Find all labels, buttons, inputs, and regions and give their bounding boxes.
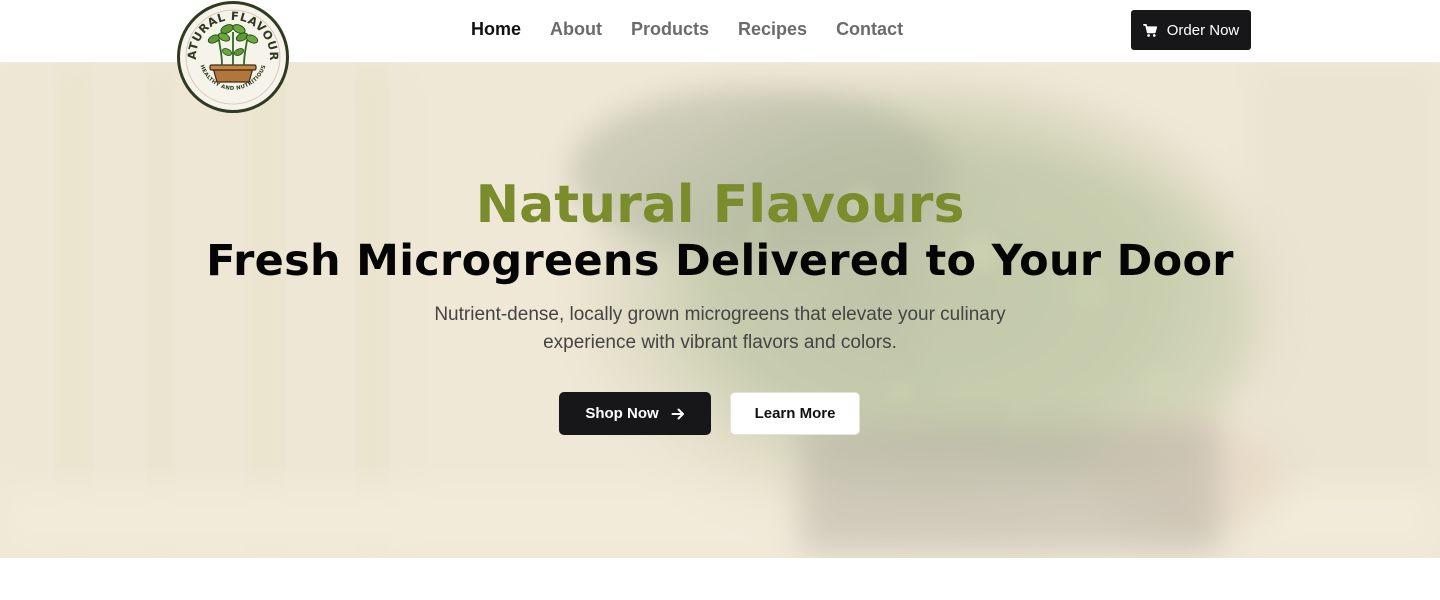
cart-icon (1142, 23, 1157, 37)
learn-more-button[interactable]: Learn More (730, 392, 860, 435)
order-now-label: Order Now (1166, 21, 1240, 39)
arrow-right-icon (671, 408, 684, 419)
nav-contact[interactable]: Contact (836, 18, 903, 40)
hero-content: Natural Flavours Fresh Microgreens Deliv… (0, 63, 1440, 558)
hero-brand-title: Natural Flavours (475, 175, 965, 235)
hero-subtitle: Nutrient-dense, locally grown microgreen… (434, 304, 1006, 353)
main-nav: Home About Products Recipes Contact (471, 18, 903, 40)
nav-products[interactable]: Products (631, 18, 709, 40)
hero-section: Natural Flavours Fresh Microgreens Deliv… (0, 63, 1440, 558)
site-logo[interactable]: NATURAL FLAVOURS HEALTHY AND NUTRITIOUS (177, 1, 289, 113)
nav-recipes[interactable]: Recipes (738, 18, 807, 40)
shop-now-button[interactable]: Shop Now (559, 392, 711, 435)
logo-graphic: NATURAL FLAVOURS HEALTHY AND NUTRITIOUS (180, 4, 283, 107)
nav-home[interactable]: Home (471, 18, 521, 40)
learn-more-label: Learn More (754, 405, 836, 422)
nav-about[interactable]: About (550, 18, 602, 40)
hero-headline: Fresh Microgreens Delivered to Your Door (206, 236, 1234, 286)
shop-now-label: Shop Now (585, 405, 659, 422)
order-now-button[interactable]: Order Now (1131, 10, 1251, 50)
